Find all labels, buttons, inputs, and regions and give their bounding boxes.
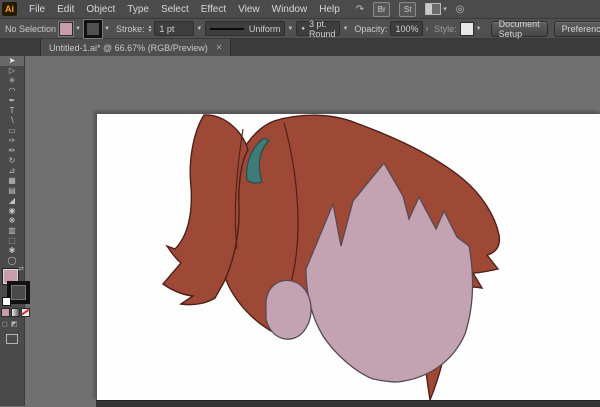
swap-fill-stroke-icon[interactable]: ⇄ bbox=[18, 265, 24, 273]
profile-line-icon bbox=[210, 28, 243, 30]
blend-tool-icon[interactable]: ◉ bbox=[0, 206, 24, 216]
fill-color-control[interactable]: ▼ bbox=[59, 22, 84, 36]
menu-item-view[interactable]: View bbox=[232, 1, 266, 18]
menu-item-effect[interactable]: Effect bbox=[195, 1, 232, 18]
style-control[interactable]: ▼ bbox=[460, 22, 485, 36]
menu-item-select[interactable]: Select bbox=[155, 1, 195, 18]
chevron-down-icon[interactable]: ▼ bbox=[342, 26, 348, 32]
menu-item-type[interactable]: Type bbox=[121, 1, 155, 18]
chevron-down-icon: ▾ bbox=[443, 5, 447, 13]
gradient-tool-icon[interactable]: ▤ bbox=[0, 186, 24, 196]
opacity-chevron-icon[interactable]: › bbox=[425, 24, 428, 33]
fill-stroke-indicator: ⇄ bbox=[2, 268, 22, 300]
width-profile-dropdown[interactable]: Uniform bbox=[205, 21, 285, 36]
menu-items: FileEditObjectTypeSelectEffectViewWindow… bbox=[23, 1, 346, 18]
selection-status: No Selection bbox=[5, 24, 56, 34]
menu-item-file[interactable]: File bbox=[23, 1, 51, 18]
rectangle-tool-icon[interactable]: ▭ bbox=[0, 126, 24, 136]
workspace-switcher-icon bbox=[425, 3, 441, 15]
menu-item-edit[interactable]: Edit bbox=[51, 1, 80, 18]
style-swatch[interactable] bbox=[460, 22, 474, 36]
pencil-tool-icon[interactable]: ✏ bbox=[0, 146, 24, 156]
chevron-down-icon[interactable]: ▼ bbox=[75, 26, 81, 32]
control-bar: No Selection ▼ ▼ Stroke: ▲▼ 1 pt ▼ Unifo… bbox=[0, 19, 600, 39]
stroke-weight-control[interactable]: ▲▼ 1 pt ▼ bbox=[147, 21, 205, 36]
gradient-button[interactable] bbox=[11, 308, 20, 317]
style-label: Style: bbox=[434, 24, 457, 34]
line-segment-tool-icon[interactable]: ∖ bbox=[0, 116, 24, 126]
symbol-sprayer-tool-icon[interactable]: ❋ bbox=[0, 216, 24, 226]
artboard[interactable] bbox=[96, 113, 600, 401]
bridge-button[interactable]: Br bbox=[373, 2, 390, 17]
illustrator-window: { "app": { "logo": "Ai", "menus": ["File… bbox=[0, 0, 600, 406]
menu-item-object[interactable]: Object bbox=[80, 1, 121, 18]
menu-item-window[interactable]: Window bbox=[266, 1, 314, 18]
none-button[interactable] bbox=[21, 308, 30, 317]
document-tab-title: Untitled-1.ai* @ 66.67% (RGB/Preview) bbox=[49, 43, 208, 53]
chevron-down-icon[interactable]: ▼ bbox=[104, 26, 110, 32]
ear-shape[interactable] bbox=[266, 280, 311, 339]
artboard-tool-icon[interactable]: ⬚ bbox=[0, 236, 24, 246]
tools-panel: ➤▷✳◠✒T∖▭✑✏↻⊿▦▤◢◉❋▥⬚✱◯ ⇄ ◻ ◩ bbox=[0, 56, 25, 406]
default-fill-stroke-icon[interactable] bbox=[2, 297, 11, 306]
tool-list: ➤▷✳◠✒T∖▭✑✏↻⊿▦▤◢◉❋▥⬚✱◯ bbox=[0, 56, 24, 266]
opacity-label: Opacity: bbox=[354, 24, 387, 34]
type-tool-icon[interactable]: T bbox=[0, 106, 24, 116]
stroke-color-control[interactable]: ▼ bbox=[84, 20, 113, 38]
stroke-weight-value[interactable]: 1 pt bbox=[154, 21, 194, 36]
stock-button[interactable]: St bbox=[399, 2, 416, 17]
draw-normal-icon[interactable]: ◻ bbox=[2, 320, 8, 328]
chevron-down-icon[interactable]: ▼ bbox=[287, 26, 293, 32]
brush-dot-icon: ● bbox=[301, 26, 305, 32]
menu-bar-right: ↷ Br St ▾ ◎ bbox=[356, 2, 465, 17]
chevron-down-icon[interactable]: ▼ bbox=[476, 26, 482, 32]
fill-swatch[interactable] bbox=[59, 22, 73, 36]
close-icon[interactable]: ✕ bbox=[216, 43, 223, 52]
artwork-canvas bbox=[97, 114, 600, 401]
scale-tool-icon[interactable]: ⊿ bbox=[0, 166, 24, 176]
workspace-switcher[interactable]: ▾ bbox=[425, 3, 447, 15]
hand-tool-icon[interactable]: ✱ bbox=[0, 246, 24, 256]
pen-tool-icon[interactable]: ✒ bbox=[0, 96, 24, 106]
lasso-tool-icon[interactable]: ◠ bbox=[0, 86, 24, 96]
opacity-value[interactable]: 100% bbox=[390, 21, 423, 36]
eyedropper-tool-icon[interactable]: ◢ bbox=[0, 196, 24, 206]
menu-bar: Ai FileEditObjectTypeSelectEffectViewWin… bbox=[0, 0, 600, 19]
profile-value: Uniform bbox=[249, 24, 281, 34]
brush-value: 3 pt. Round bbox=[309, 19, 336, 39]
magic-wand-tool-icon[interactable]: ✳ bbox=[0, 76, 24, 86]
paintbrush-tool-icon[interactable]: ✑ bbox=[0, 136, 24, 146]
document-tab-bar: Untitled-1.ai* @ 66.67% (RGB/Preview) ✕ bbox=[24, 39, 600, 56]
mesh-tool-icon[interactable]: ▦ bbox=[0, 176, 24, 186]
paint-mode-buttons bbox=[1, 308, 30, 317]
draw-behind-icon[interactable]: ◩ bbox=[11, 320, 18, 328]
chevron-down-icon[interactable]: ▼ bbox=[196, 26, 202, 32]
menu-item-help[interactable]: Help bbox=[313, 1, 346, 18]
document-setup-button[interactable]: Document Setup bbox=[491, 21, 548, 37]
screen-mode-button[interactable] bbox=[6, 334, 18, 344]
document-tab[interactable]: Untitled-1.ai* @ 66.67% (RGB/Preview) ✕ bbox=[40, 39, 231, 56]
preferences-button[interactable]: Preferences bbox=[554, 21, 600, 37]
stroke-swatch[interactable] bbox=[84, 20, 102, 38]
draw-mode-buttons: ◻ ◩ bbox=[2, 320, 17, 328]
stroke-label: Stroke: bbox=[116, 24, 145, 34]
brush-definition-dropdown[interactable]: ● 3 pt. Round bbox=[296, 21, 340, 36]
bridge-arrow-icon[interactable]: ↷ bbox=[356, 4, 364, 15]
direct-selection-tool-icon[interactable]: ▷ bbox=[0, 66, 24, 76]
color-button[interactable] bbox=[1, 308, 10, 317]
column-graph-tool-icon[interactable]: ▥ bbox=[0, 226, 24, 236]
rotate-tool-icon[interactable]: ↻ bbox=[0, 156, 24, 166]
stepper-icon[interactable]: ▲▼ bbox=[147, 25, 152, 33]
selection-tool-icon[interactable]: ➤ bbox=[0, 56, 24, 66]
app-logo-icon[interactable]: Ai bbox=[2, 2, 17, 16]
search-icon[interactable]: ◎ bbox=[456, 4, 465, 15]
